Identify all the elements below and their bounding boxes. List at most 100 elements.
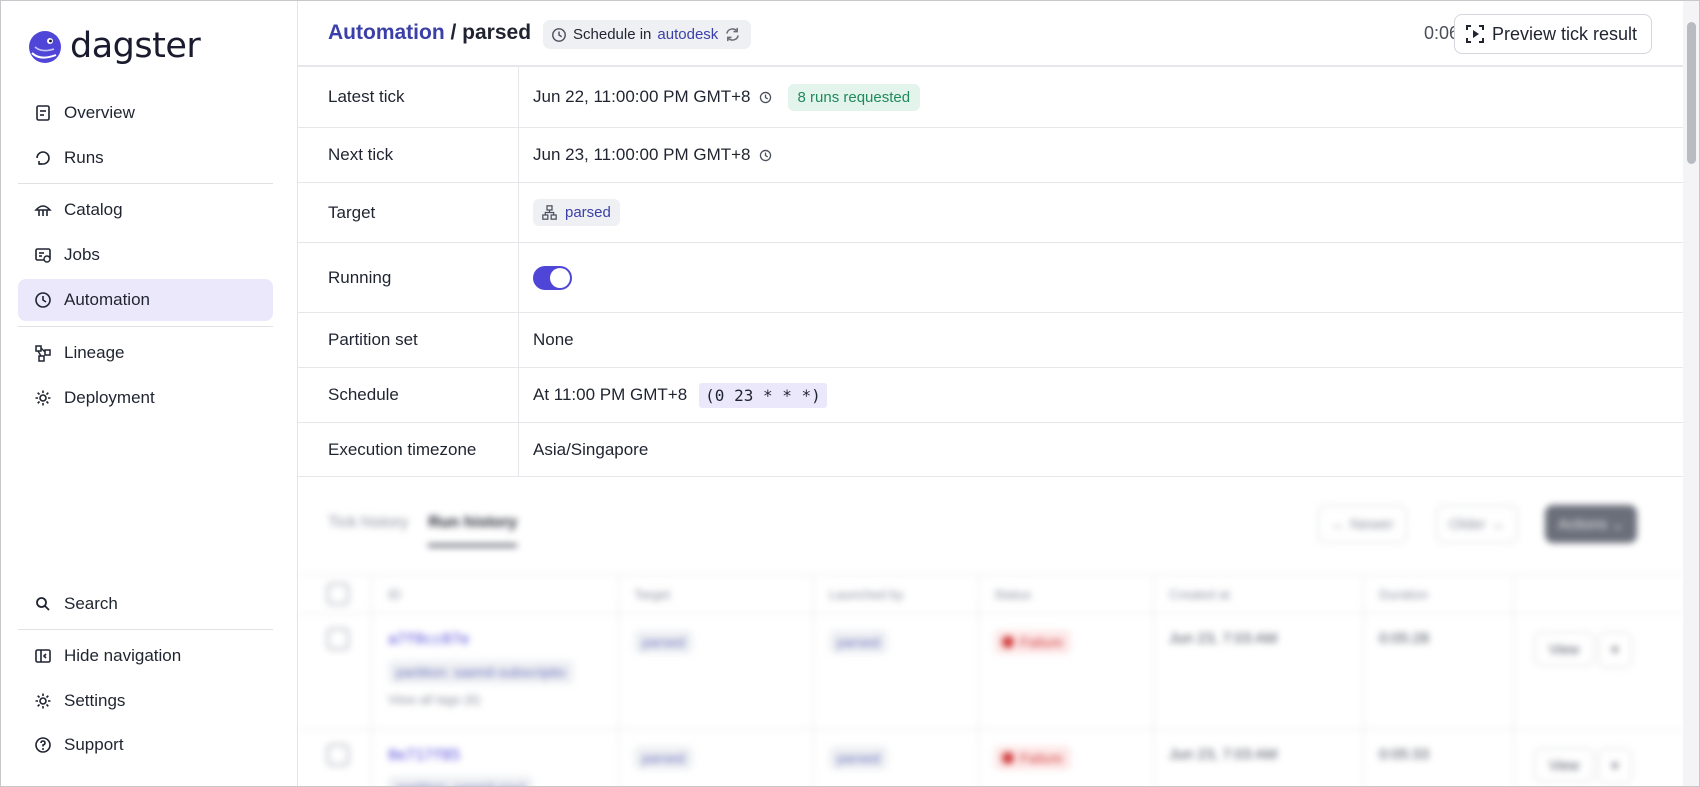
run-launched-by[interactable]: parsed (829, 746, 888, 770)
tab-run-history[interactable]: Run history (428, 514, 518, 547)
view-run-button[interactable]: View (1534, 748, 1595, 782)
target-chip[interactable]: parsed (533, 199, 620, 226)
nav-deployment[interactable]: Deployment (18, 377, 273, 419)
run-id-link[interactable]: 0e717f85 (388, 746, 460, 764)
asset-group-icon (542, 205, 557, 220)
arrow-left-icon: ← (1331, 515, 1351, 533)
page-title: parsed (462, 21, 532, 44)
chevron-down-icon: ▼ (1609, 759, 1621, 773)
column-header: Created at (1169, 587, 1230, 602)
hide-navigation-icon (35, 649, 51, 663)
nav-runs[interactable]: Runs (18, 137, 273, 179)
breadcrumb-separator: / (444, 21, 463, 44)
run-menu-button[interactable]: ▼ (1598, 748, 1632, 784)
nav-automation-label: Automation (64, 290, 150, 309)
runs-icon (36, 151, 50, 165)
select-all-checkbox[interactable] (327, 583, 349, 605)
breadcrumb: Automation / parsed (328, 21, 531, 45)
nav-lineage-label: Lineage (64, 343, 125, 362)
nav-overview-label: Overview (64, 103, 135, 122)
detail-label: Execution timezone (298, 423, 519, 476)
chevron-down-icon: ▼ (1609, 643, 1621, 657)
newer-button[interactable]: ← Newer (1318, 505, 1407, 543)
page-scrollbar[interactable] (1683, 0, 1700, 787)
page-header: Automation / parsed Schedule in autodesk… (298, 0, 1700, 66)
run-id-link[interactable]: a7f0cc07e (388, 630, 469, 648)
nav-catalog-label: Catalog (64, 200, 123, 219)
run-duration: 0:05:28 (1379, 630, 1430, 647)
run-tag[interactable]: partition: saemil-sout (388, 776, 534, 787)
status-badge: Failure (994, 746, 1071, 770)
breadcrumb-automation-link[interactable]: Automation (328, 21, 445, 44)
detail-value: At 11:00 PM GMT+8 (0 23 * * *) (519, 368, 1683, 422)
detail-label: Next tick (298, 128, 519, 182)
run-launched-by[interactable]: parsed (829, 630, 888, 654)
nav-support[interactable]: Support (18, 724, 273, 766)
column-header: Target (634, 587, 671, 602)
dagster-logo[interactable]: dagster (26, 26, 201, 66)
reload-icon[interactable] (724, 26, 741, 43)
view-all-tags-link[interactable]: View all tags (6) (388, 692, 480, 707)
lineage-icon (35, 345, 51, 362)
row-checkbox[interactable] (327, 744, 349, 766)
run-created-at: Jun 23, 7:03 AM (1169, 746, 1278, 763)
arrow-right-icon: → (1485, 515, 1505, 533)
schedule-details-table: Latest tick Jun 22, 11:00:00 PM GMT+8 8 … (298, 66, 1683, 477)
scrollbar-thumb[interactable] (1687, 22, 1696, 164)
support-icon (35, 737, 51, 753)
actions-button-label: Actions (1558, 515, 1608, 533)
nav-jobs[interactable]: Jobs (18, 234, 273, 276)
logo-text: dagster (70, 26, 201, 66)
detail-value: Jun 23, 11:00:00 PM GMT+8 (519, 128, 1683, 182)
status-label: Failure (1020, 634, 1063, 650)
next-tick-time: Jun 23, 11:00:00 PM GMT+8 (533, 145, 751, 164)
nav-hide-navigation-label: Hide navigation (64, 646, 182, 665)
search-icon (36, 597, 50, 611)
preview-tick-result-button[interactable]: Preview tick result (1453, 14, 1652, 54)
table-row: a7f0cc07e partition: saemil-subscriptio … (298, 614, 1683, 730)
detail-row-partition-set: Partition set None (298, 313, 1683, 368)
view-run-button[interactable]: View (1534, 632, 1595, 666)
detail-value (519, 243, 1683, 312)
older-button[interactable]: Older → (1436, 505, 1518, 543)
clock-icon[interactable] (759, 149, 772, 162)
cron-expression: (0 23 * * *) (699, 382, 827, 408)
overview-icon (36, 105, 50, 121)
detail-row-latest-tick: Latest tick Jun 22, 11:00:00 PM GMT+8 8 … (298, 67, 1683, 128)
history-tabs: Tick history Run history (328, 514, 518, 547)
detail-label: Partition set (298, 313, 519, 367)
run-target[interactable]: parsed (634, 746, 693, 770)
run-target[interactable]: parsed (634, 630, 693, 654)
chevron-down-icon: ⌄ (1607, 516, 1624, 533)
run-tag[interactable]: partition: saemil-subscriptio (388, 660, 574, 684)
clock-icon[interactable] (759, 91, 772, 104)
actions-button[interactable]: Actions ⌄ (1545, 505, 1637, 543)
preview-icon (1465, 25, 1484, 43)
code-location-link[interactable]: autodesk (657, 26, 718, 43)
run-duration: 0:05:33 (1379, 746, 1430, 763)
nav-lineage[interactable]: Lineage (18, 332, 273, 374)
nav-automation[interactable]: Automation (18, 279, 273, 321)
deployment-icon (35, 390, 51, 406)
detail-label: Running (298, 243, 519, 312)
detail-label: Schedule (298, 368, 519, 422)
nav-search[interactable]: Search (18, 583, 273, 625)
detail-value: Asia/Singapore (533, 439, 649, 459)
latest-tick-time: Jun 22, 11:00:00 PM GMT+8 (533, 87, 751, 106)
nav-settings[interactable]: Settings (18, 680, 273, 722)
failure-dot (1002, 636, 1014, 648)
table-row: 0e717f85 partition: saemil-sout parsed p… (298, 730, 1683, 787)
row-checkbox[interactable] (327, 628, 349, 650)
detail-row-target: Target parsed (298, 183, 1683, 243)
nav-overview[interactable]: Overview (18, 92, 273, 134)
nav-catalog[interactable]: Catalog (18, 189, 273, 231)
run-menu-button[interactable]: ▼ (1598, 632, 1632, 668)
running-toggle[interactable] (533, 265, 572, 290)
nav-hide-navigation[interactable]: Hide navigation (18, 635, 273, 677)
nav-divider (18, 326, 273, 327)
failure-dot (1002, 752, 1014, 764)
nav-support-label: Support (64, 735, 124, 754)
runs-requested-badge[interactable]: 8 runs requested (787, 83, 921, 111)
run-history-section: Tick history Run history ← Newer Older →… (298, 480, 1683, 787)
tab-tick-history[interactable]: Tick history (328, 514, 408, 547)
